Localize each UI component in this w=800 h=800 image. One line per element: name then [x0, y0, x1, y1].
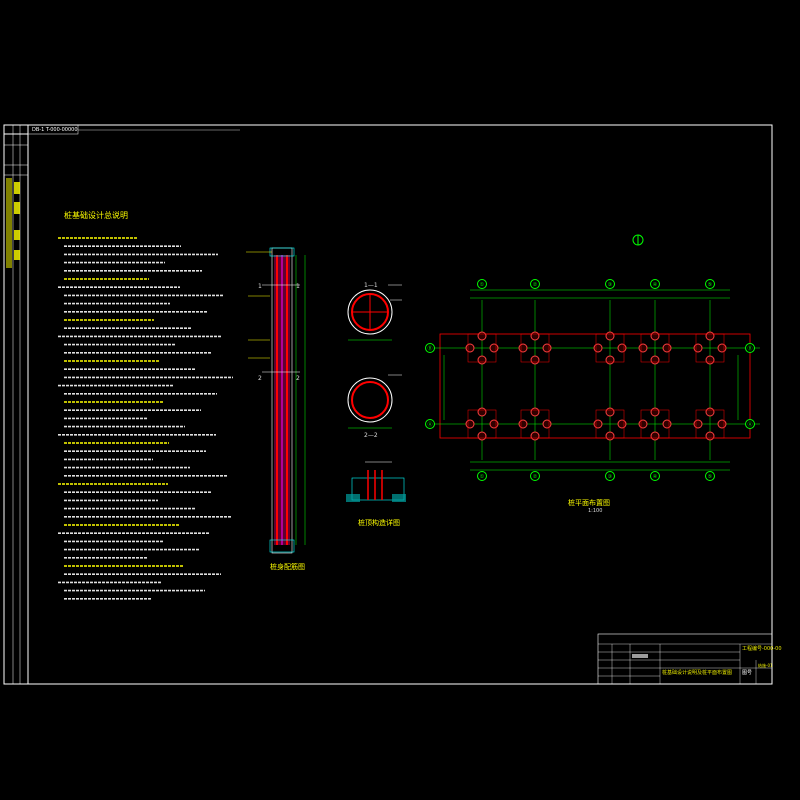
pile-circle — [530, 431, 540, 441]
pile-circle — [465, 419, 475, 429]
pile-circle — [662, 419, 672, 429]
section-2-2 — [347, 374, 402, 429]
pile-circle — [638, 343, 648, 353]
section-label-left: 2 — [258, 375, 262, 382]
north-arrow-icon — [632, 234, 644, 246]
section-1-1 — [347, 284, 402, 341]
pile-circle — [489, 343, 499, 353]
pile-circle — [705, 355, 715, 365]
pile-circle — [605, 431, 615, 441]
pile-circle — [593, 419, 603, 429]
axis-bottom-2-label: ② — [533, 474, 538, 480]
pile-circle — [605, 331, 615, 341]
axis-top-5-label: ⑤ — [708, 282, 712, 288]
axis-top-1-label: ① — [480, 282, 485, 288]
pile-circle — [518, 343, 528, 353]
axis-right-1-label: Ⓑ — [747, 345, 752, 352]
pile-circle — [518, 419, 528, 429]
pile-circle — [477, 407, 487, 417]
pile-circle — [717, 419, 727, 429]
section-label-left-top: 1 — [258, 283, 262, 290]
pile-circle — [705, 331, 715, 341]
frame-code: DB-1 T-000-00000 — [32, 127, 78, 133]
section-label-right: 2 — [296, 375, 300, 382]
pile-circle — [530, 331, 540, 341]
plan-scale: 1:100 — [588, 508, 603, 514]
pile-circle — [477, 355, 487, 365]
pile-circle — [593, 343, 603, 353]
drawing-sheet: ① ① ② ② ③ ③ ④ ④ ⑤ ⑤ Ⓑ Ⓑ Ⓐ Ⓐ — [3, 124, 773, 685]
section-1-title: 1—1 — [364, 282, 378, 289]
pile-circle — [477, 331, 487, 341]
pile-circle — [605, 355, 615, 365]
plan-title: 桩平面布置图 — [568, 499, 610, 507]
pile-circle — [705, 407, 715, 417]
cad-drawing-canvas: ① ① ② ② ③ ③ ④ ④ ⑤ ⑤ Ⓑ Ⓑ Ⓐ Ⓐ DB-1 T-000-00000 桩基础设计总说明… — [0, 0, 800, 800]
pile-circle — [605, 407, 615, 417]
pile-circle — [530, 407, 540, 417]
section-2-title: 2—2 — [364, 432, 378, 439]
pile-circle — [638, 419, 648, 429]
axis-left-1-label: Ⓑ — [427, 345, 432, 352]
notes-title: 桩基础设计总说明 — [64, 211, 128, 220]
section-label-right-top: 1 — [296, 283, 300, 290]
title-block-sheet-value: 结施-01 — [758, 663, 773, 668]
pile-circle — [693, 343, 703, 353]
pile-circle — [705, 431, 715, 441]
pile-circle — [489, 419, 499, 429]
cap-detail — [346, 461, 406, 502]
pile-circle — [617, 419, 627, 429]
pile-elevation — [246, 247, 306, 554]
cap-detail-title: 桩顶构造详图 — [358, 519, 400, 527]
pile-plan-layout: ① ① ② ② ③ ③ ④ ④ ⑤ ⑤ Ⓑ Ⓑ Ⓐ Ⓐ — [425, 279, 760, 481]
pile-circle — [650, 355, 660, 365]
pile-circle — [530, 355, 540, 365]
axis-bottom-1-label: ① — [480, 474, 485, 480]
axis-bottom-4-label: ④ — [653, 474, 658, 480]
pile-circle — [617, 343, 627, 353]
axis-top-4-label: ④ — [653, 282, 658, 288]
axis-bottom-5-label: ⑤ — [708, 474, 712, 480]
pile-circle — [650, 407, 660, 417]
axis-top-2-label: ② — [533, 282, 538, 288]
pile-circle — [542, 419, 552, 429]
pile-circle — [662, 343, 672, 353]
axis-bottom-3-label: ③ — [608, 474, 612, 480]
pile-circle — [542, 343, 552, 353]
pile-circle — [477, 431, 487, 441]
axis-top-3-label: ③ — [608, 282, 612, 288]
pile-circle — [717, 343, 727, 353]
title-block-sheet-label: 图号 — [742, 670, 753, 676]
title-block-drawing-name: 桩基础设计说明及桩平面布置图 — [662, 670, 733, 676]
axis-left-2-label: Ⓐ — [427, 421, 432, 428]
pile-circle — [650, 431, 660, 441]
general-notes-text-block — [58, 237, 233, 600]
pile-circle — [693, 419, 703, 429]
pile-circle — [650, 331, 660, 341]
title-block-code: 工程编号-000-00 — [742, 646, 782, 652]
pile-circle — [465, 343, 475, 353]
pile-detail-title: 桩身配筋图 — [270, 563, 305, 571]
axis-right-2-label: Ⓐ — [747, 421, 752, 428]
